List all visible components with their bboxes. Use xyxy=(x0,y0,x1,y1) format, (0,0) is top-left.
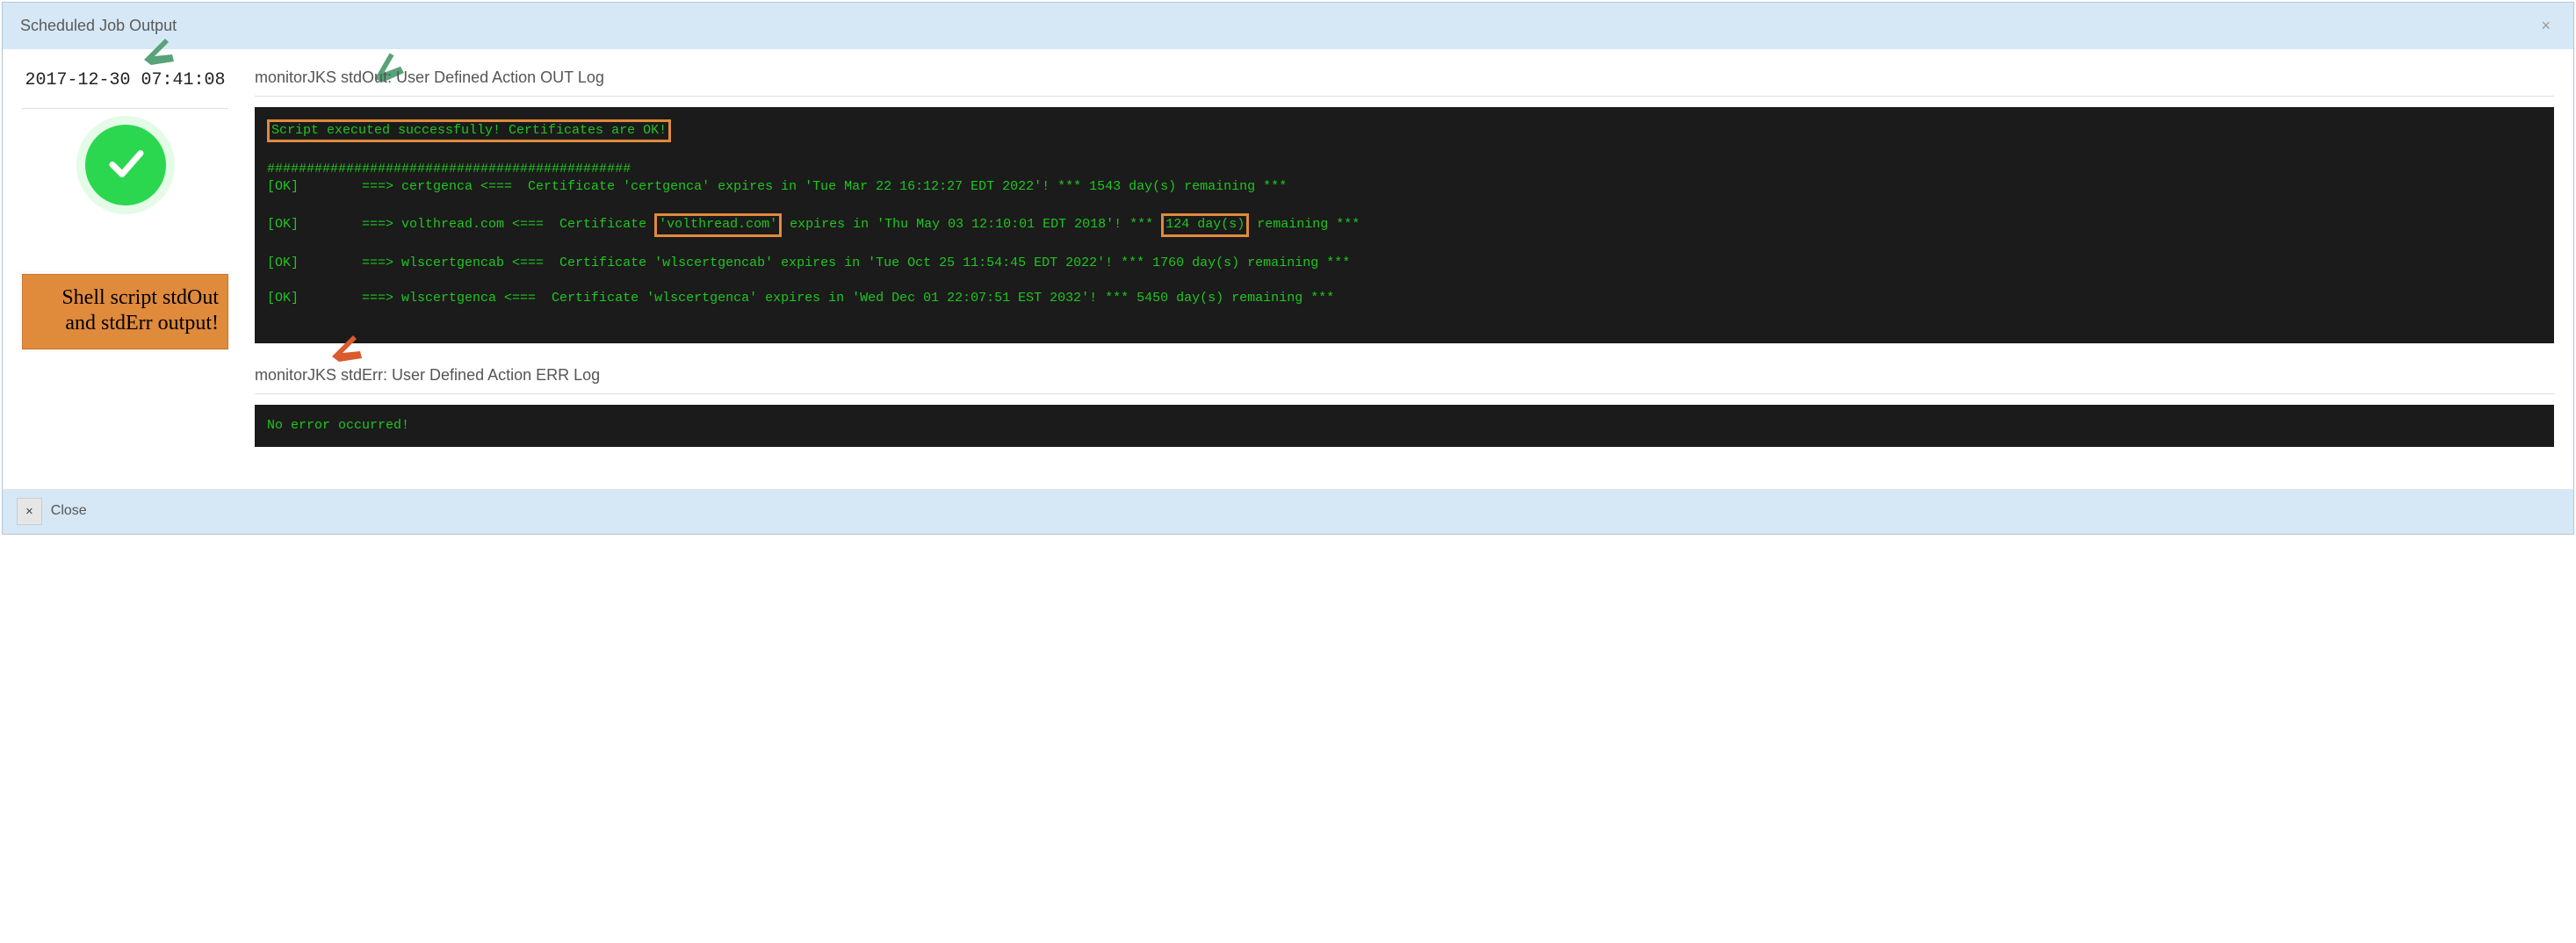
dialog-titlebar: Scheduled Job Output × xyxy=(3,3,2573,49)
annotation-callout: Shell script stdOut and stdErr output! xyxy=(22,274,228,349)
close-button[interactable]: Close xyxy=(51,503,87,519)
highlight-days: 124 day(s) xyxy=(1161,213,1249,236)
success-status-icon xyxy=(85,125,166,205)
dialog-body: 2017-12-30 07:41:08 Shell script stdOut … xyxy=(3,49,2573,489)
divider xyxy=(255,393,2554,394)
divider xyxy=(22,108,228,109)
stdout-banner: Script executed successfully! Certificat… xyxy=(267,119,671,142)
console-line-part: remaining *** xyxy=(1249,217,1360,232)
console-line: [OK] ===> wlscertgencab <=== Certificate… xyxy=(267,256,1350,270)
stdout-console: Script executed successfully! Certificat… xyxy=(255,107,2554,343)
console-line-part: [OK] ===> volthread.com <=== Certificate xyxy=(267,217,654,232)
console-line: [OK] ===> wlscertgenca <=== Certificate … xyxy=(267,291,1334,306)
dialog-footer: × Close xyxy=(3,489,2573,534)
console-line: No error occurred! xyxy=(267,418,409,433)
stdout-title: monitorJKS stdOut: User Defined Action O… xyxy=(255,68,2554,87)
sidebar: 2017-12-30 07:41:08 Shell script stdOut … xyxy=(22,65,228,470)
dialog-title: Scheduled Job Output xyxy=(20,17,177,35)
stderr-title: monitorJKS stdErr: User Defined Action E… xyxy=(255,366,2554,385)
highlight-certname: 'volthread.com' xyxy=(654,213,782,236)
job-output-dialog: Scheduled Job Output × 2017-12-30 07:41:… xyxy=(2,2,2574,535)
run-timestamp: 2017-12-30 07:41:08 xyxy=(22,65,228,101)
output-panel: monitorJKS stdOut: User Defined Action O… xyxy=(255,65,2554,470)
console-line: [OK] ===> certgenca <=== Certificate 'ce… xyxy=(267,179,1287,194)
titlebar-close-icon[interactable]: × xyxy=(2536,15,2556,37)
footer-x-button[interactable]: × xyxy=(17,498,42,525)
stderr-console: No error occurred! xyxy=(255,405,2554,447)
console-line: ########################################… xyxy=(267,162,631,176)
divider xyxy=(255,96,2554,97)
console-line-part: expires in 'Thu May 03 12:10:01 EDT 2018… xyxy=(782,217,1161,232)
